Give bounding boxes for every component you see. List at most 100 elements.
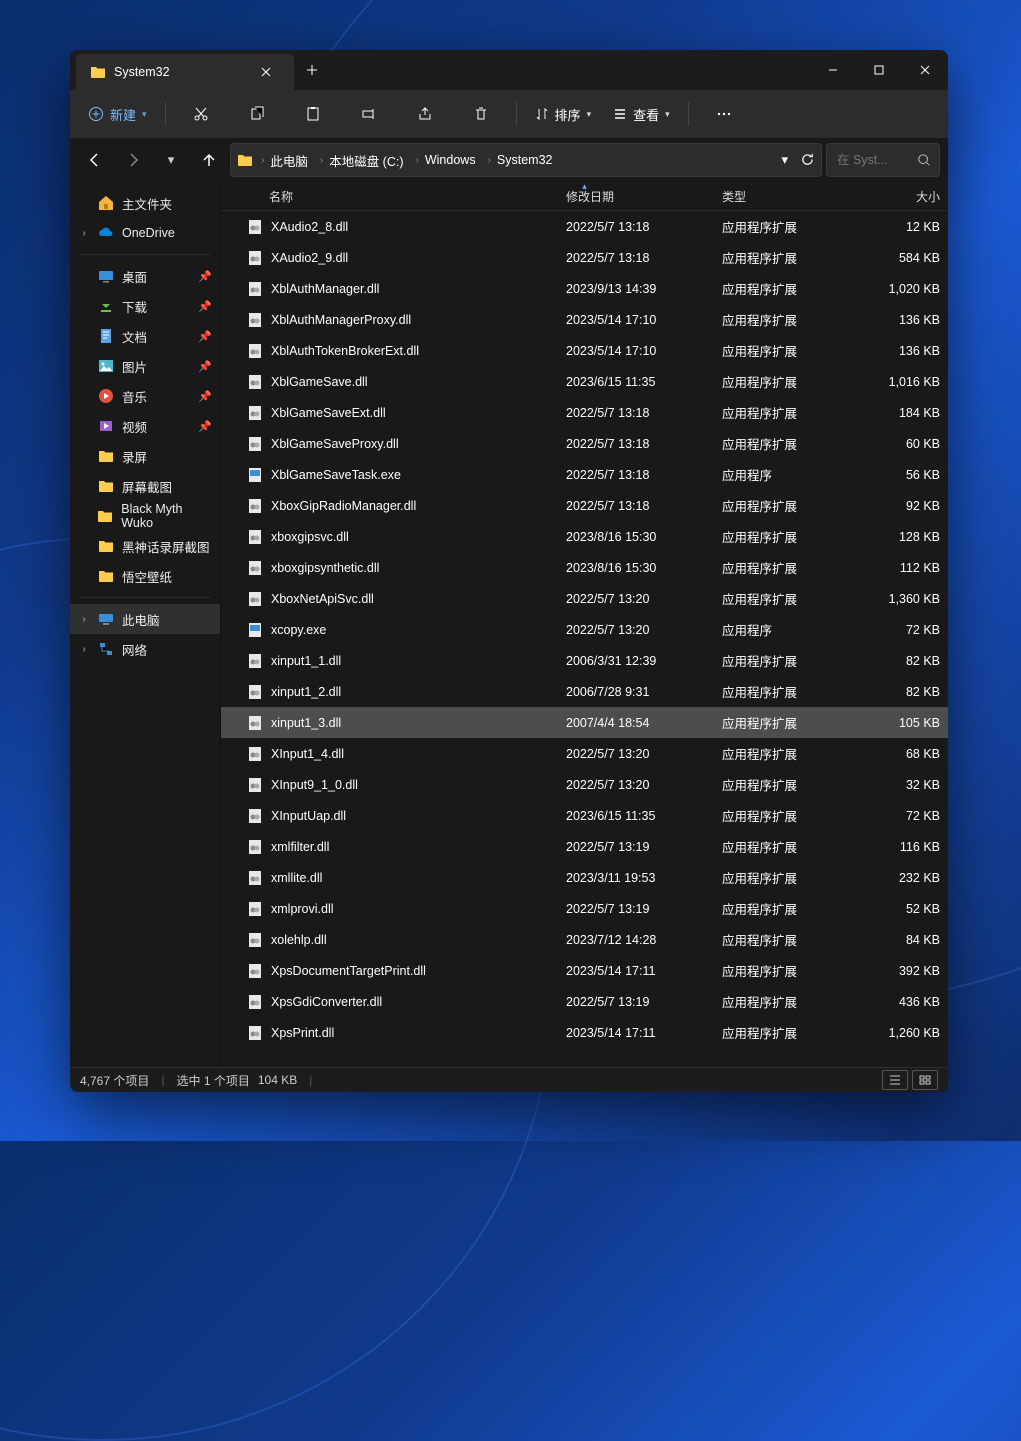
- breadcrumb[interactable]: ›本地磁盘 (C:): [316, 151, 408, 170]
- pin-icon: 📌: [198, 360, 212, 373]
- file-list[interactable]: XAudio2_8.dll2022/5/7 13:18应用程序扩展12 KBXA…: [221, 211, 948, 1067]
- sort-button[interactable]: 排序 ▾: [527, 97, 600, 131]
- new-tab-button[interactable]: [294, 50, 330, 90]
- pin-icon: 📌: [198, 390, 212, 403]
- forward-button[interactable]: [116, 144, 150, 176]
- paste-button[interactable]: [288, 97, 338, 131]
- file-icon: [247, 343, 263, 359]
- file-size: 232 KB: [850, 871, 948, 885]
- chevron-down-icon[interactable]: ▾: [775, 152, 794, 168]
- file-row[interactable]: xcopy.exe2022/5/7 13:20应用程序72 KB: [221, 614, 948, 645]
- tab-active[interactable]: System32: [76, 54, 294, 90]
- file-size: 72 KB: [850, 809, 948, 823]
- sidebar-item-quick[interactable]: 图片📌: [70, 351, 220, 381]
- file-row[interactable]: xinput1_1.dll2006/3/31 12:39应用程序扩展82 KB: [221, 645, 948, 676]
- file-date: 2023/6/15 11:35: [558, 809, 714, 823]
- addressbar[interactable]: ›此电脑 ›本地磁盘 (C:) ›Windows ›System32 ▾: [230, 143, 822, 177]
- view-details-button[interactable]: [882, 1070, 908, 1090]
- computer-icon: [98, 611, 114, 627]
- column-header-name[interactable]: 名称: [239, 188, 558, 205]
- file-row[interactable]: xmlprovi.dll2022/5/7 13:19应用程序扩展52 KB: [221, 893, 948, 924]
- share-button[interactable]: [400, 97, 450, 131]
- new-button[interactable]: 新建 ▾: [80, 97, 155, 131]
- sidebar-item-home[interactable]: 主文件夹: [70, 188, 220, 218]
- sidebar-item-onedrive[interactable]: ›OneDrive: [70, 218, 220, 248]
- view-icon: [613, 107, 627, 121]
- file-row[interactable]: XblGameSaveExt.dll2022/5/7 13:18应用程序扩展18…: [221, 397, 948, 428]
- file-row[interactable]: xboxgipsynthetic.dll2023/8/16 15:30应用程序扩…: [221, 552, 948, 583]
- minimize-button[interactable]: [810, 50, 856, 90]
- view-button[interactable]: 查看 ▾: [605, 97, 678, 131]
- file-type: 应用程序扩展: [714, 868, 850, 887]
- sidebar-item-quick[interactable]: 下载📌: [70, 291, 220, 321]
- file-size: 72 KB: [850, 623, 948, 637]
- column-header-type[interactable]: 类型: [714, 188, 850, 205]
- file-row[interactable]: XblGameSaveTask.exe2022/5/7 13:18应用程序56 …: [221, 459, 948, 490]
- sidebar-item-network[interactable]: ›网络: [70, 634, 220, 664]
- delete-button[interactable]: [456, 97, 506, 131]
- sidebar-item-quick[interactable]: 音乐📌: [70, 381, 220, 411]
- window-controls: [810, 50, 948, 90]
- search-input[interactable]: [835, 152, 911, 168]
- file-row[interactable]: XAudio2_9.dll2022/5/7 13:18应用程序扩展584 KB: [221, 242, 948, 273]
- file-row[interactable]: xinput1_2.dll2006/7/28 9:31应用程序扩展82 KB: [221, 676, 948, 707]
- file-row[interactable]: xmllite.dll2023/3/11 19:53应用程序扩展232 KB: [221, 862, 948, 893]
- sidebar-item-quick[interactable]: 视频📌: [70, 411, 220, 441]
- file-row[interactable]: xboxgipsvc.dll2023/8/16 15:30应用程序扩展128 K…: [221, 521, 948, 552]
- sidebar-item-this-pc[interactable]: ›此电脑: [70, 604, 220, 634]
- file-row[interactable]: XblAuthManagerProxy.dll2023/5/14 17:10应用…: [221, 304, 948, 335]
- file-row[interactable]: xinput1_3.dll2007/4/4 18:54应用程序扩展105 KB: [221, 707, 948, 738]
- breadcrumb[interactable]: ›System32: [484, 153, 557, 167]
- close-button[interactable]: [902, 50, 948, 90]
- recent-button[interactable]: ▾: [154, 144, 188, 176]
- back-button[interactable]: [78, 144, 112, 176]
- breadcrumb[interactable]: ›此电脑: [257, 151, 312, 170]
- file-name: xcopy.exe: [271, 623, 326, 637]
- file-row[interactable]: XblGameSaveProxy.dll2022/5/7 13:18应用程序扩展…: [221, 428, 948, 459]
- file-icon: [247, 901, 263, 917]
- sidebar-item-quick[interactable]: 屏幕截图: [70, 471, 220, 501]
- file-row[interactable]: XblGameSave.dll2023/6/15 11:35应用程序扩展1,01…: [221, 366, 948, 397]
- breadcrumb[interactable]: ›Windows: [412, 153, 480, 167]
- file-row[interactable]: XpsDocumentTargetPrint.dll2023/5/14 17:1…: [221, 955, 948, 986]
- maximize-button[interactable]: [856, 50, 902, 90]
- view-icons-button[interactable]: [912, 1070, 938, 1090]
- file-row[interactable]: xmlfilter.dll2022/5/7 13:19应用程序扩展116 KB: [221, 831, 948, 862]
- sidebar-item-quick[interactable]: 录屏: [70, 441, 220, 471]
- file-date: 2022/5/7 13:18: [558, 251, 714, 265]
- up-button[interactable]: [192, 144, 226, 176]
- sidebar-item-quick[interactable]: 桌面📌: [70, 261, 220, 291]
- file-date: 2022/5/7 13:18: [558, 406, 714, 420]
- search-box[interactable]: [826, 143, 940, 177]
- pin-icon: 📌: [198, 300, 212, 313]
- column-header-size[interactable]: 大小: [850, 188, 948, 205]
- file-name: XpsPrint.dll: [271, 1026, 334, 1040]
- file-name: XblAuthManager.dll: [271, 282, 379, 296]
- cut-button[interactable]: [176, 97, 226, 131]
- file-row[interactable]: XblAuthManager.dll2023/9/13 14:39应用程序扩展1…: [221, 273, 948, 304]
- copy-button[interactable]: [232, 97, 282, 131]
- file-size: 56 KB: [850, 468, 948, 482]
- file-row[interactable]: XAudio2_8.dll2022/5/7 13:18应用程序扩展12 KB: [221, 211, 948, 242]
- file-row[interactable]: XboxGipRadioManager.dll2022/5/7 13:18应用程…: [221, 490, 948, 521]
- file-row[interactable]: XboxNetApiSvc.dll2022/5/7 13:20应用程序扩展1,3…: [221, 583, 948, 614]
- file-type: 应用程序扩展: [714, 992, 850, 1011]
- sidebar-item-quick[interactable]: 黑神话录屏截图: [70, 531, 220, 561]
- file-type: 应用程序扩展: [714, 496, 850, 515]
- sidebar-item-quick[interactable]: 文档📌: [70, 321, 220, 351]
- sidebar-item-quick[interactable]: 悟空壁纸: [70, 561, 220, 591]
- sidebar-item-quick[interactable]: Black Myth Wuko: [70, 501, 220, 531]
- file-row[interactable]: XblAuthTokenBrokerExt.dll2023/5/14 17:10…: [221, 335, 948, 366]
- file-row[interactable]: XpsPrint.dll2023/5/14 17:11应用程序扩展1,260 K…: [221, 1017, 948, 1048]
- tab-close-button[interactable]: [252, 67, 280, 77]
- more-button[interactable]: [699, 97, 749, 131]
- file-date: 2022/5/7 13:20: [558, 623, 714, 637]
- refresh-icon[interactable]: [800, 152, 815, 167]
- file-date: 2022/5/7 13:20: [558, 592, 714, 606]
- rename-button[interactable]: [344, 97, 394, 131]
- file-row[interactable]: xolehlp.dll2023/7/12 14:28应用程序扩展84 KB: [221, 924, 948, 955]
- file-row[interactable]: XInputUap.dll2023/6/15 11:35应用程序扩展72 KB: [221, 800, 948, 831]
- file-row[interactable]: XInput9_1_0.dll2022/5/7 13:20应用程序扩展32 KB: [221, 769, 948, 800]
- file-row[interactable]: XInput1_4.dll2022/5/7 13:20应用程序扩展68 KB: [221, 738, 948, 769]
- file-row[interactable]: XpsGdiConverter.dll2022/5/7 13:19应用程序扩展4…: [221, 986, 948, 1017]
